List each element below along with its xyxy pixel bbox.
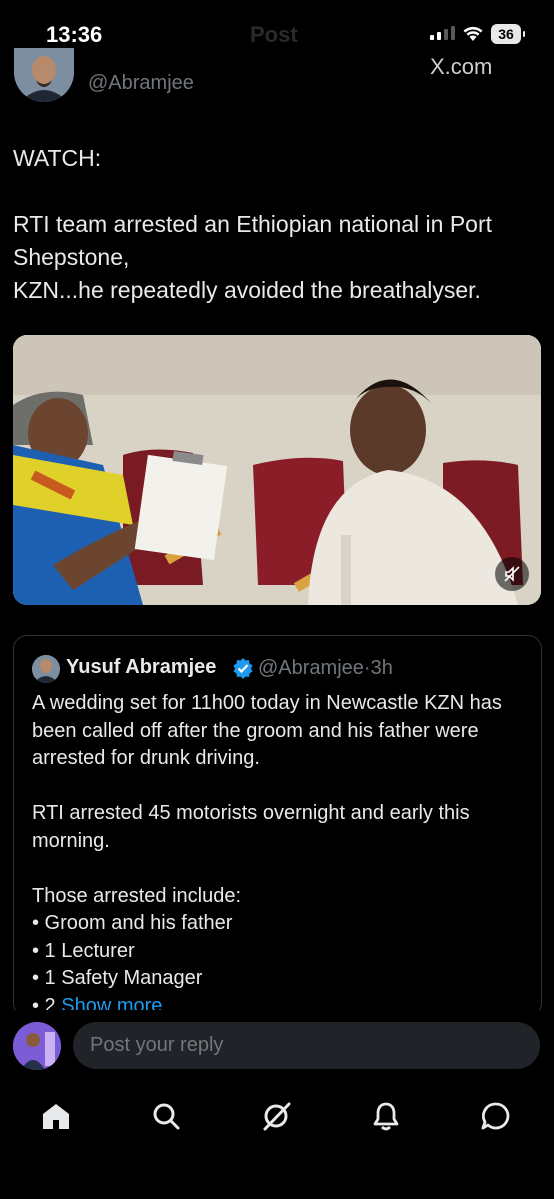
tweet-video[interactable] [13, 335, 541, 605]
tweet-line: KZN...he repeatedly avoided the breathal… [13, 277, 481, 303]
status-time: 13:36 [46, 22, 103, 47]
separator-dot: · [363, 657, 371, 679]
tweet-text: WATCH: RTI team arrested an Ethiopian na… [13, 142, 538, 307]
messages-icon[interactable] [478, 1098, 514, 1134]
grok-icon[interactable] [258, 1098, 294, 1134]
quoted-author-avatar[interactable] [32, 655, 60, 683]
notifications-icon[interactable] [368, 1098, 404, 1134]
quoted-list-item: • 1 Lecturer [32, 939, 135, 962]
current-user-avatar[interactable] [13, 1022, 61, 1070]
verified-badge-icon [232, 657, 254, 684]
mute-toggle-button[interactable] [495, 557, 529, 591]
author-avatar[interactable] [14, 48, 74, 102]
quoted-timestamp: 3h [370, 657, 393, 679]
cellular-signal-icon [430, 26, 455, 40]
quoted-list-intro: Those arrested include: [32, 884, 242, 907]
wifi-icon [462, 24, 484, 47]
quoted-list-item: • 1 Safety Manager [32, 967, 203, 989]
home-icon[interactable] [38, 1098, 74, 1134]
muted-speaker-icon [504, 566, 520, 582]
search-icon[interactable] [148, 1098, 184, 1134]
quoted-paragraph: RTI arrested 45 motorists overnight and … [32, 802, 470, 852]
reply-input[interactable]: Post your reply [73, 1022, 540, 1069]
author-name-scrolled: X.com [430, 54, 493, 79]
quoted-author-name: Yusuf Abramjee [66, 656, 217, 678]
quoted-tweet-text: A wedding set for 11h00 today in Newcast… [32, 690, 532, 1016]
author-handle[interactable]: @Abramjee [88, 72, 194, 95]
page-title: Post [250, 22, 298, 47]
quoted-author-handle: @Abramjee [258, 657, 364, 679]
quoted-tweet[interactable]: Yusuf Abramjee @Abramjee·3h A wedding se… [13, 635, 542, 1017]
tweet-line: RTI team arrested an Ethiopian national … [13, 211, 493, 270]
quoted-author-handle-time: @Abramjee·3h [258, 657, 393, 680]
battery-indicator: 36 [491, 24, 525, 44]
quoted-list-item: • Groom and his father [32, 912, 233, 934]
quoted-paragraph: A wedding set for 11h00 today in Newcast… [32, 692, 502, 769]
tweet-line: WATCH: [13, 145, 102, 171]
